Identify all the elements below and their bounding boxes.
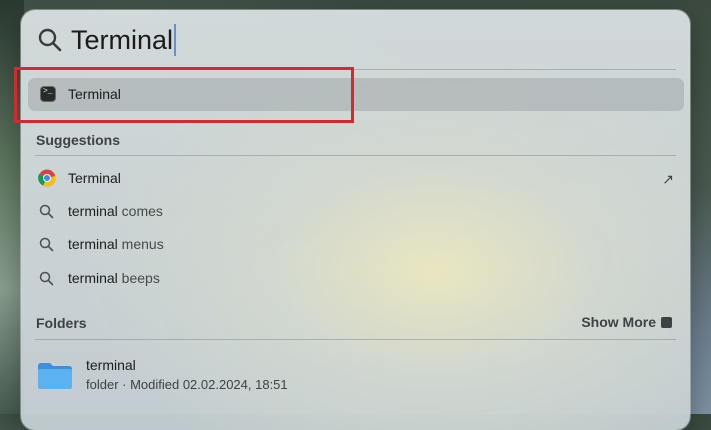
- chrome-icon: [38, 169, 56, 187]
- divider: [35, 339, 676, 340]
- search-input[interactable]: [71, 22, 631, 58]
- suggestions-title: Suggestions: [36, 132, 121, 148]
- suggestion-label: terminal comes: [68, 203, 163, 219]
- search-icon: [38, 28, 62, 52]
- folder-subtitle: folder · Modified 02.02.2024, 18:51: [86, 377, 288, 392]
- desktop-wallpaper-right: [687, 0, 711, 414]
- folders-title: Folders: [36, 315, 87, 331]
- text-cursor: [174, 24, 176, 56]
- show-more-arrow-icon: [661, 317, 672, 328]
- folder-icon: [38, 363, 72, 389]
- search-row: [21, 10, 690, 70]
- divider: [35, 155, 676, 156]
- search-icon: [39, 237, 54, 252]
- highlight-annotation-box: [14, 67, 354, 123]
- search-icon: [39, 271, 54, 286]
- suggestion-label: terminal menus: [68, 236, 164, 252]
- suggestion-label: terminal beeps: [68, 270, 160, 286]
- search-icon: [39, 204, 54, 219]
- suggestion-label: Terminal: [68, 170, 121, 186]
- folder-name: terminal: [86, 357, 136, 373]
- open-arrow-icon[interactable]: ↗: [662, 171, 674, 188]
- show-more-button[interactable]: Show More: [581, 314, 672, 330]
